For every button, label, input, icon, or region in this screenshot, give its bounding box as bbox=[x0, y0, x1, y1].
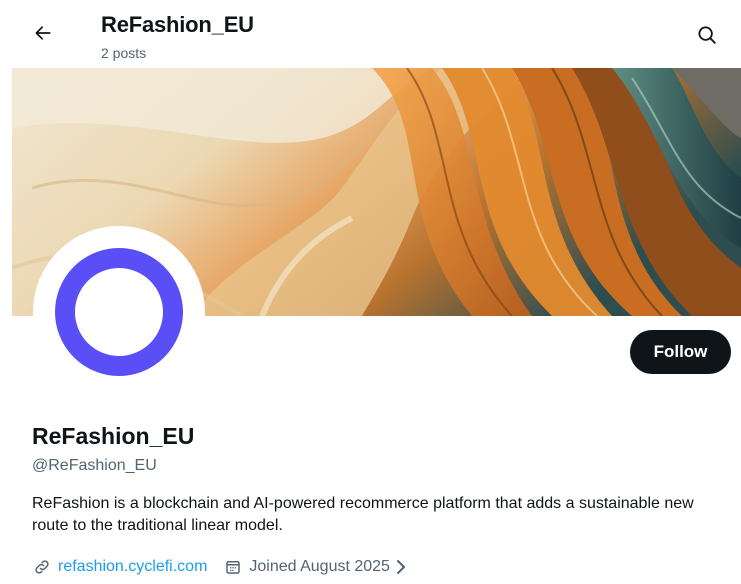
search-button[interactable] bbox=[692, 22, 722, 52]
profile-header: ReFashion_EU 2 posts bbox=[0, 0, 741, 68]
website-link[interactable]: refashion.cyclefi.com bbox=[58, 558, 207, 576]
website-item[interactable]: refashion.cyclefi.com bbox=[32, 557, 207, 577]
header-title: ReFashion_EU bbox=[101, 12, 254, 37]
avatar[interactable] bbox=[33, 226, 205, 398]
arrow-left-icon bbox=[33, 23, 53, 48]
avatar-logo bbox=[55, 248, 183, 376]
calendar-icon bbox=[223, 557, 243, 577]
profile-bio: ReFashion is a blockchain and AI-powered… bbox=[32, 495, 694, 534]
back-button[interactable] bbox=[28, 20, 58, 50]
link-icon bbox=[32, 557, 52, 577]
search-icon bbox=[696, 24, 718, 51]
profile-page: ReFashion_EU 2 posts Follow ReFashion_EU… bbox=[0, 0, 741, 584]
post-count: 2 posts bbox=[101, 45, 147, 61]
joined-date: Joined August 2025 bbox=[249, 558, 390, 575]
username-handle: @ReFashion_EU bbox=[32, 457, 157, 474]
joined-item[interactable]: Joined August 2025 bbox=[223, 557, 407, 577]
chevron-right-icon bbox=[395, 559, 407, 575]
display-name: ReFashion_EU bbox=[32, 423, 195, 449]
follow-button[interactable]: Follow bbox=[630, 330, 731, 374]
profile-meta: refashion.cyclefi.com Joined August 2025 bbox=[32, 556, 407, 578]
